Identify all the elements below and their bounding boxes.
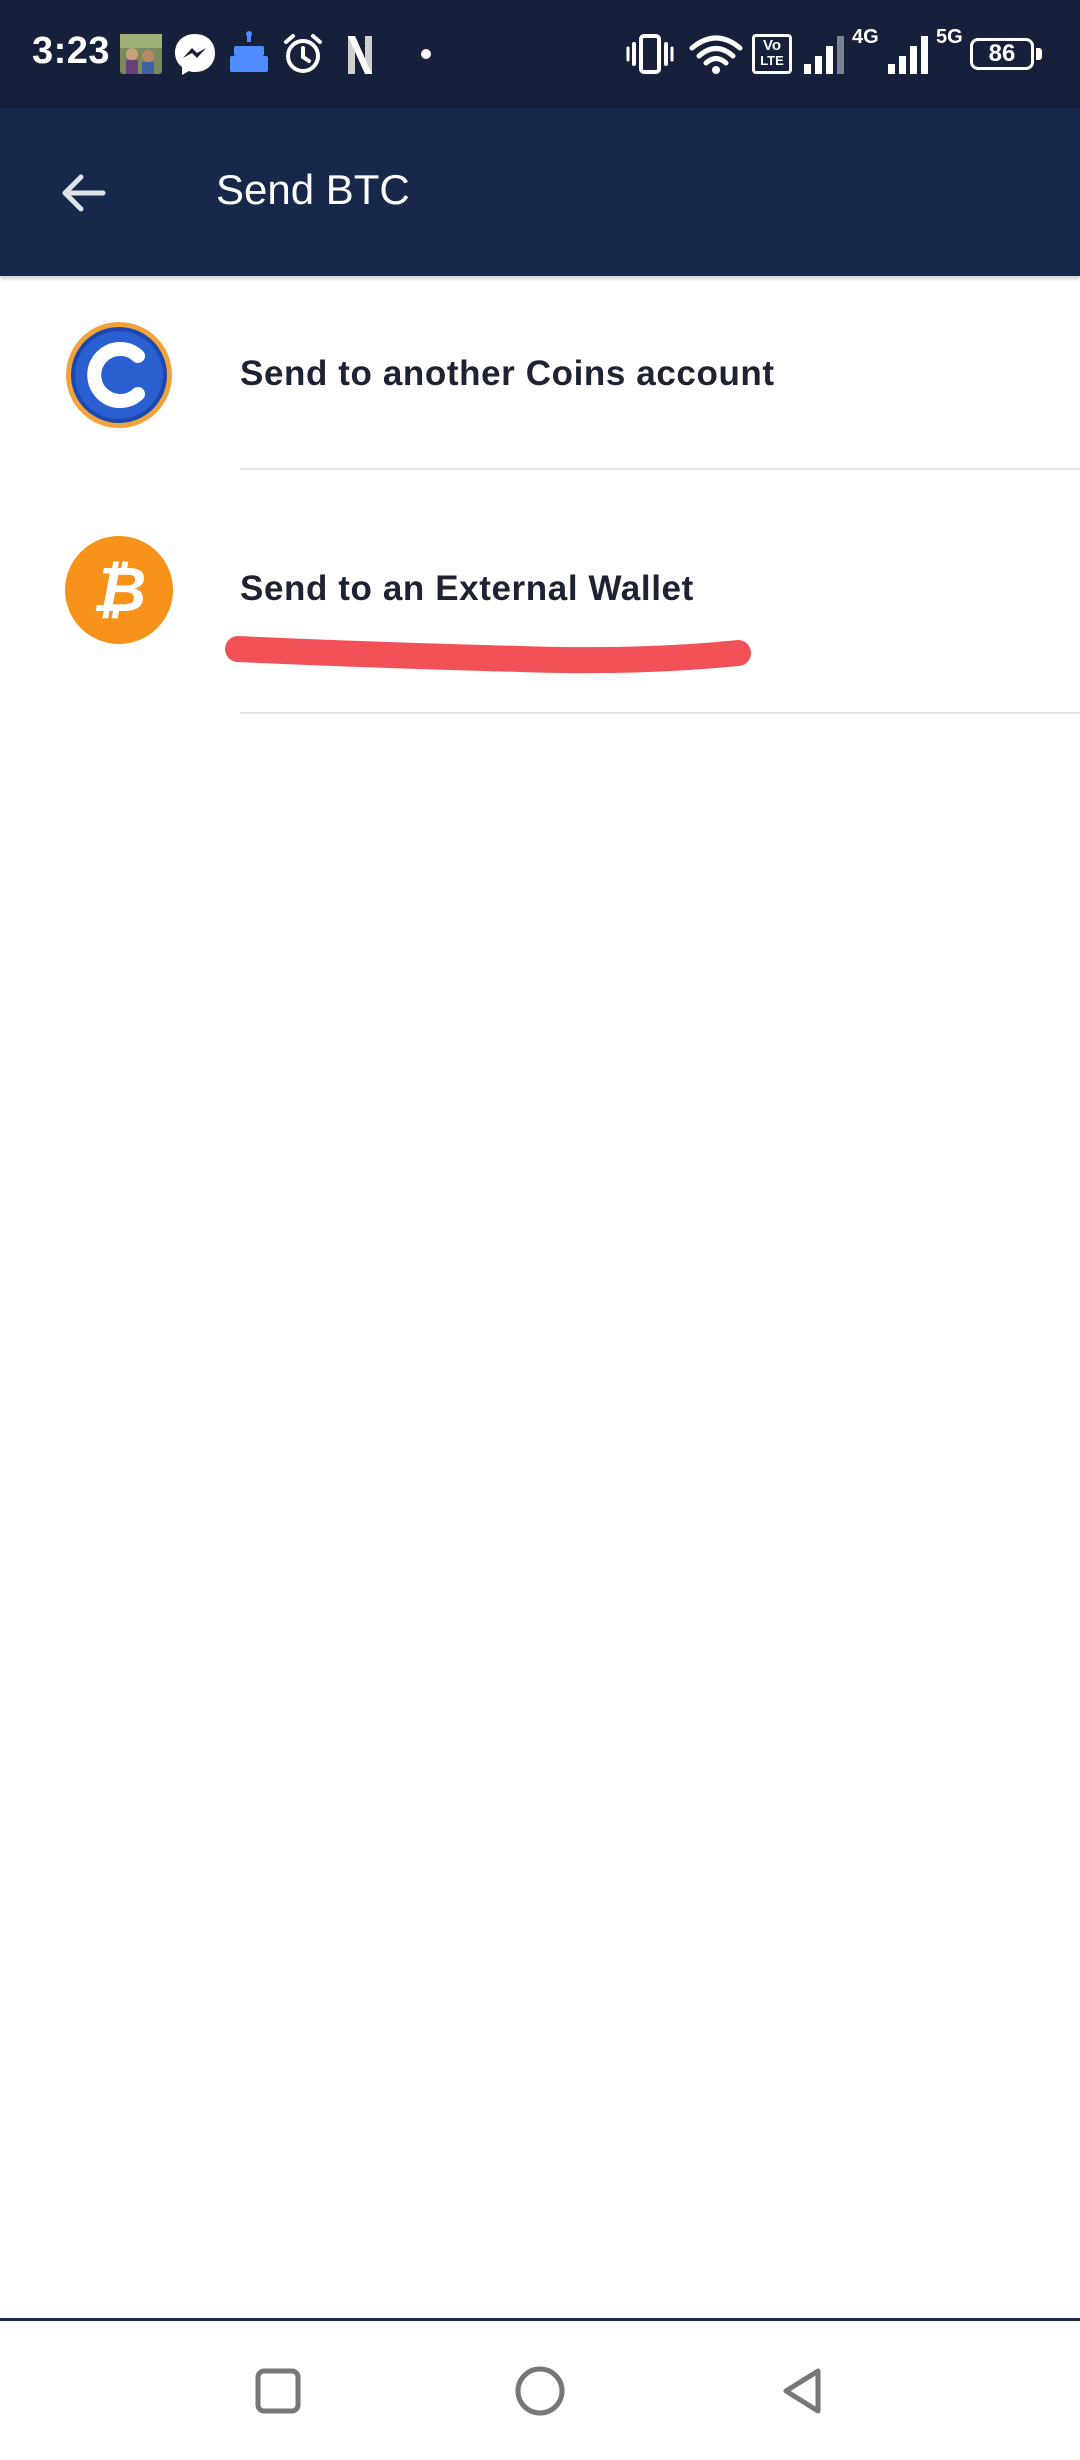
- system-navigation-bar: [0, 2318, 1080, 2460]
- more-notifications-dot-icon: [421, 49, 431, 59]
- coins-logo-icon: [66, 322, 172, 428]
- messenger-icon: [175, 34, 215, 75]
- wifi-icon: [689, 35, 743, 74]
- screen: 3:23 Vo LTE 4G 5G 86 Send BTC Send to an…: [0, 0, 1080, 2460]
- app-bar: Send BTC: [0, 108, 1080, 276]
- back-nav-button[interactable]: [762, 2351, 842, 2431]
- home-button[interactable]: [500, 2351, 580, 2431]
- option-label: Send to an External Wallet: [240, 569, 694, 608]
- cake-icon: [230, 31, 268, 72]
- vibrate-icon: [626, 34, 674, 74]
- square-icon: [255, 2368, 301, 2414]
- network-type-label-2: 5G: [936, 26, 963, 48]
- status-time: 3:23: [32, 30, 111, 72]
- status-bar: 3:23 Vo LTE 4G 5G 86: [0, 0, 1080, 108]
- circle-icon: [515, 2366, 565, 2416]
- photo-notification-icon: [120, 34, 162, 74]
- battery-tip: [1036, 48, 1042, 60]
- red-underline-annotation: [225, 636, 751, 674]
- alarm-icon: [284, 34, 322, 73]
- battery-icon: 86: [970, 38, 1034, 70]
- volte-top-label: Vo: [762, 37, 782, 54]
- triangle-back-icon: [783, 2368, 821, 2414]
- volte-icon: Vo LTE: [752, 34, 792, 74]
- signal-strength-icon-2: [888, 36, 928, 74]
- battery-level: 86: [988, 40, 1016, 67]
- back-button[interactable]: [46, 156, 120, 230]
- option-label: Send to another Coins account: [240, 354, 775, 393]
- page-title: Send BTC: [216, 166, 410, 213]
- recent-apps-button[interactable]: [238, 2351, 318, 2431]
- network-type-label-1: 4G: [852, 26, 879, 48]
- bitcoin-icon: ₿: [65, 536, 173, 644]
- divider: [240, 712, 1080, 714]
- signal-strength-icon-1: [804, 36, 844, 74]
- divider: [240, 468, 1080, 470]
- bitcoin-symbol: ₿: [92, 553, 146, 626]
- arrow-left-icon: [62, 174, 106, 212]
- volte-bottom-label: LTE: [760, 53, 784, 68]
- netflix-icon: [348, 36, 372, 74]
